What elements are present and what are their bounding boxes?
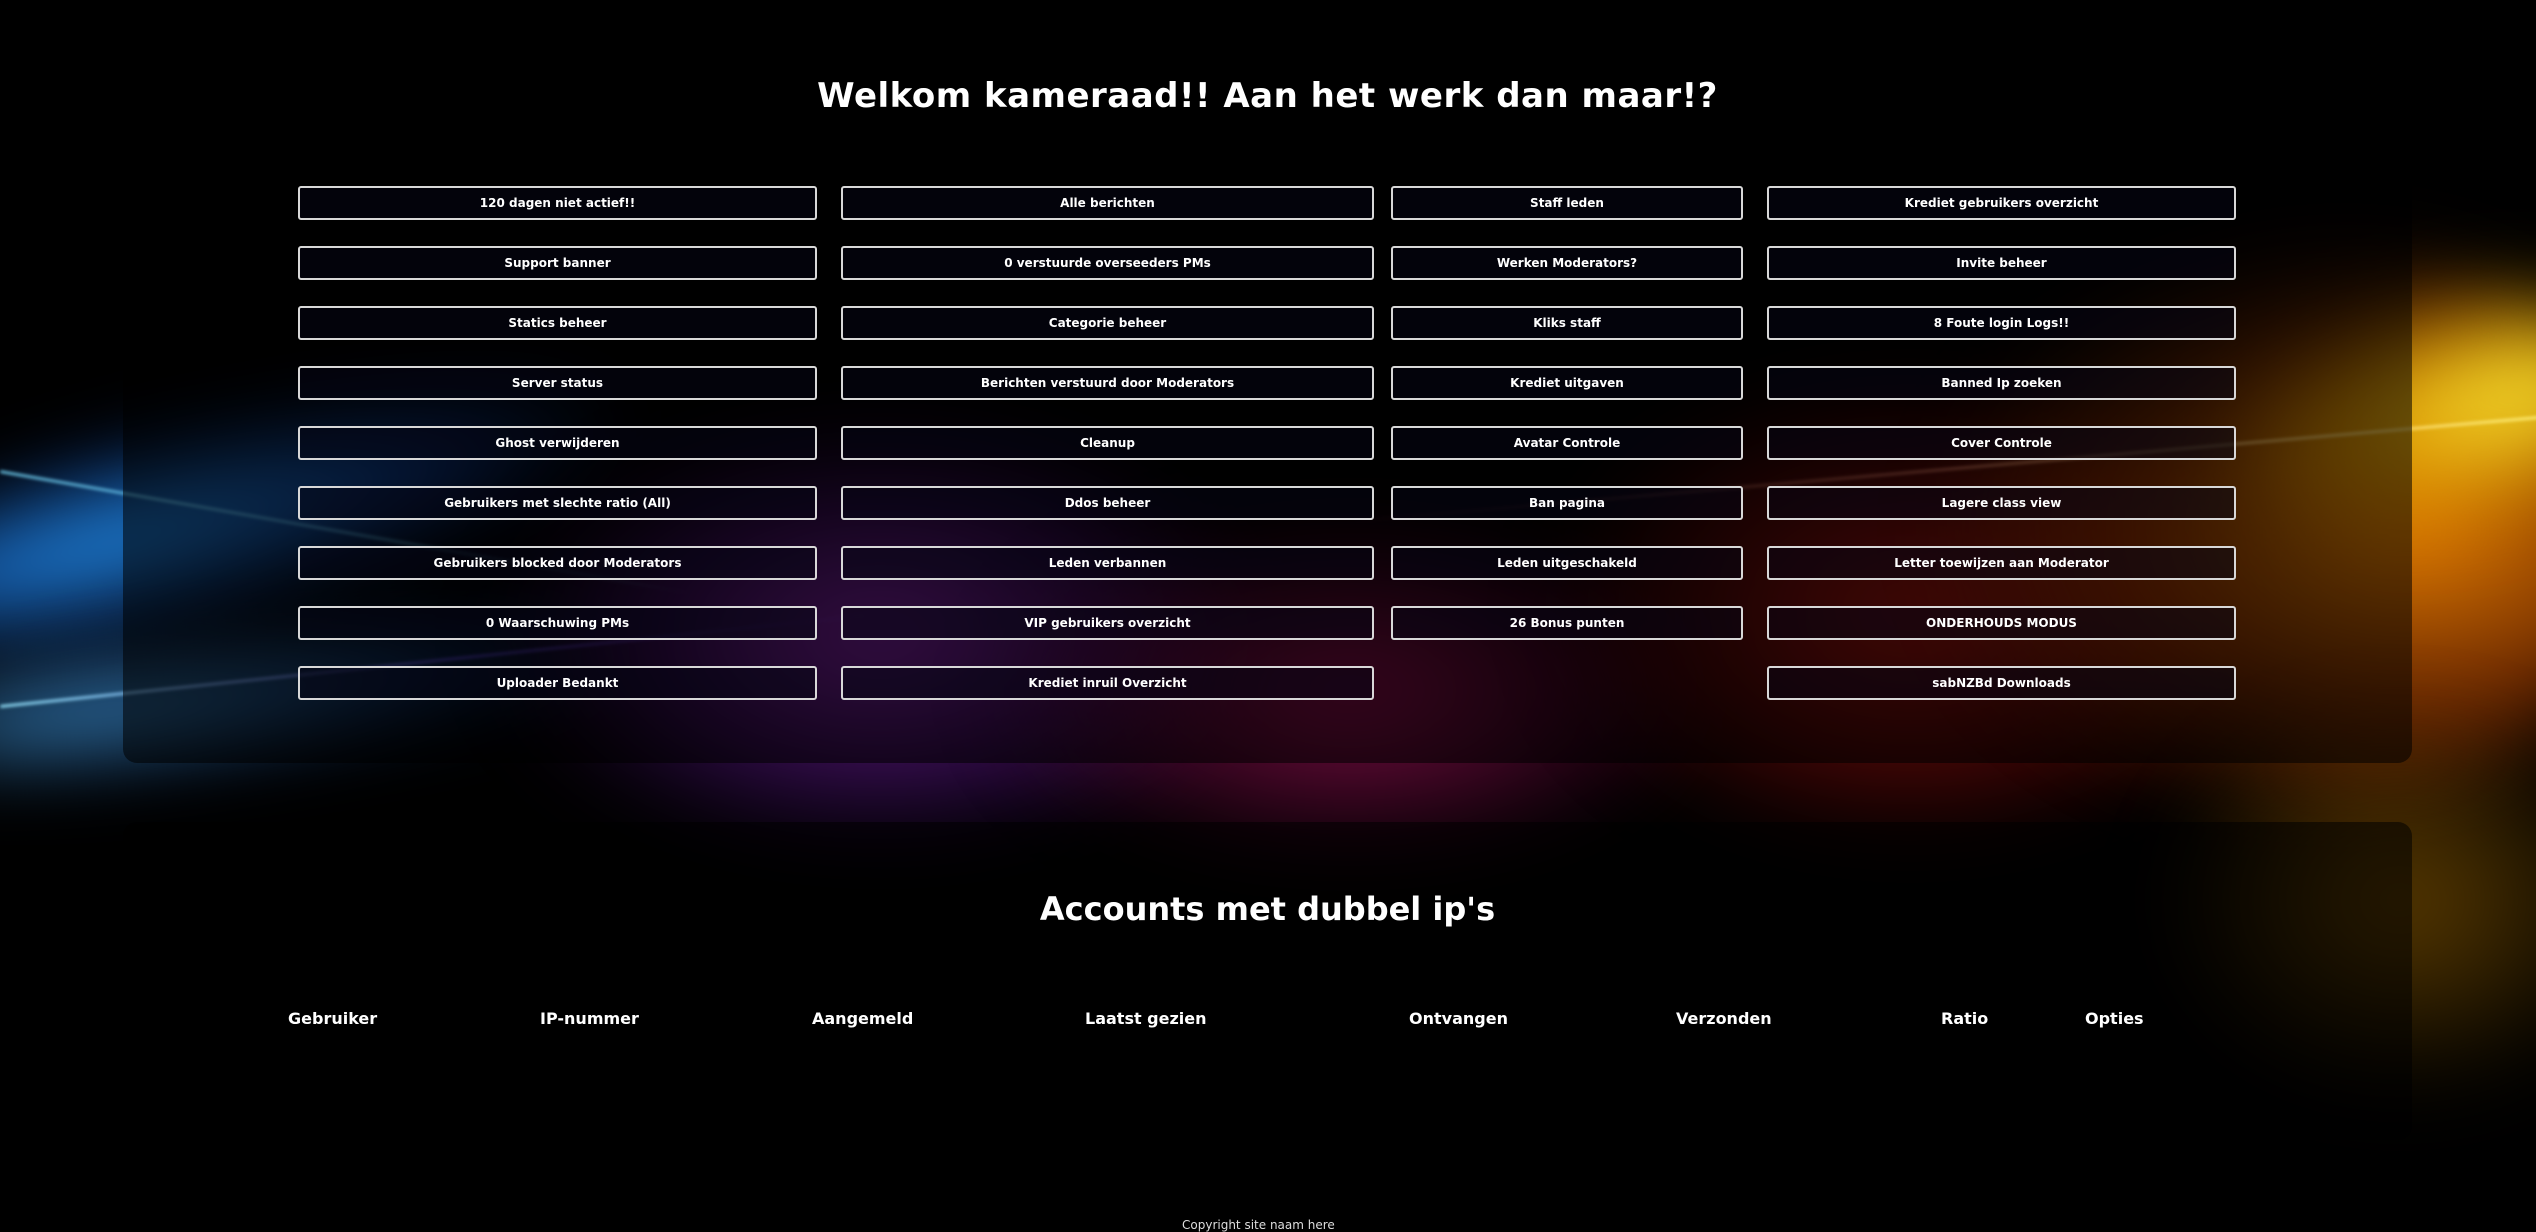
btn-cleanup[interactable]: Cleanup	[841, 426, 1374, 460]
accounts-title: Accounts met dubbel ip's	[1039, 890, 1496, 928]
btn-120-dagen-niet-actief[interactable]: 120 dagen niet actief!!	[298, 186, 817, 220]
btn-letter-toewijzen[interactable]: Letter toewijzen aan Moderator	[1767, 546, 2236, 580]
btn-uploader-bedankt[interactable]: Uploader Bedankt	[298, 666, 817, 700]
btn-berichten-moderators[interactable]: Berichten verstuurd door Moderators	[841, 366, 1374, 400]
column-header-verzonden: Verzonden	[1676, 1009, 1772, 1028]
btn-overseeders-pms[interactable]: 0 verstuurde overseeders PMs	[841, 246, 1374, 280]
accounts-panel: Accounts met dubbel ip's Gebruiker IP-nu…	[123, 822, 2412, 1140]
btn-krediet-gebruikers[interactable]: Krediet gebruikers overzicht	[1767, 186, 2236, 220]
btn-werken-moderators[interactable]: Werken Moderators?	[1391, 246, 1743, 280]
btn-blocked-door-moderators[interactable]: Gebruikers blocked door Moderators	[298, 546, 817, 580]
column-header-aangemeld: Aangemeld	[812, 1009, 914, 1028]
column-header-opties: Opties	[2085, 1009, 2144, 1028]
btn-bonus-punten[interactable]: 26 Bonus punten	[1391, 606, 1743, 640]
btn-cover-controle[interactable]: Cover Controle	[1767, 426, 2236, 460]
btn-statics-beheer[interactable]: Statics beheer	[298, 306, 817, 340]
btn-avatar-controle[interactable]: Avatar Controle	[1391, 426, 1743, 460]
btn-alle-berichten[interactable]: Alle berichten	[841, 186, 1374, 220]
column-header-ratio: Ratio	[1941, 1009, 1989, 1028]
btn-kliks-staff[interactable]: Kliks staff	[1391, 306, 1743, 340]
btn-ddos-beheer[interactable]: Ddos beheer	[841, 486, 1374, 520]
btn-waarschuwing-pms[interactable]: 0 Waarschuwing PMs	[298, 606, 817, 640]
btn-vip-gebruikers[interactable]: VIP gebruikers overzicht	[841, 606, 1374, 640]
column-header-ip-nummer: IP-nummer	[540, 1009, 639, 1028]
column-header-gebruiker: Gebruiker	[288, 1009, 378, 1028]
btn-krediet-inruil[interactable]: Krediet inruil Overzicht	[841, 666, 1374, 700]
btn-ghost-verwijderen[interactable]: Ghost verwijderen	[298, 426, 817, 460]
column-header-laatst-gezien: Laatst gezien	[1085, 1009, 1207, 1028]
btn-krediet-uitgaven[interactable]: Krediet uitgaven	[1391, 366, 1743, 400]
btn-leden-verbannen[interactable]: Leden verbannen	[841, 546, 1374, 580]
btn-categorie-beheer[interactable]: Categorie beheer	[841, 306, 1374, 340]
btn-leden-uitgeschakeld[interactable]: Leden uitgeschakeld	[1391, 546, 1743, 580]
btn-sabnzbd-downloads[interactable]: sabNZBd Downloads	[1767, 666, 2236, 700]
btn-slechte-ratio[interactable]: Gebruikers met slechte ratio (All)	[298, 486, 817, 520]
admin-panel: Welkom kameraad!! Aan het werk dan maar!…	[123, 0, 2412, 763]
btn-support-banner[interactable]: Support banner	[298, 246, 817, 280]
btn-foute-login-logs[interactable]: 8 Foute login Logs!!	[1767, 306, 2236, 340]
btn-server-status[interactable]: Server status	[298, 366, 817, 400]
btn-staff-leden[interactable]: Staff leden	[1391, 186, 1743, 220]
column-header-ontvangen: Ontvangen	[1409, 1009, 1508, 1028]
btn-banned-ip-zoeken[interactable]: Banned Ip zoeken	[1767, 366, 2236, 400]
btn-ban-pagina[interactable]: Ban pagina	[1391, 486, 1743, 520]
btn-lagere-class-view[interactable]: Lagere class view	[1767, 486, 2236, 520]
page-title: Welkom kameraad!! Aan het werk dan maar!…	[817, 76, 1718, 116]
btn-onderhouds-modus[interactable]: ONDERHOUDS MODUS	[1767, 606, 2236, 640]
btn-invite-beheer[interactable]: Invite beheer	[1767, 246, 2236, 280]
